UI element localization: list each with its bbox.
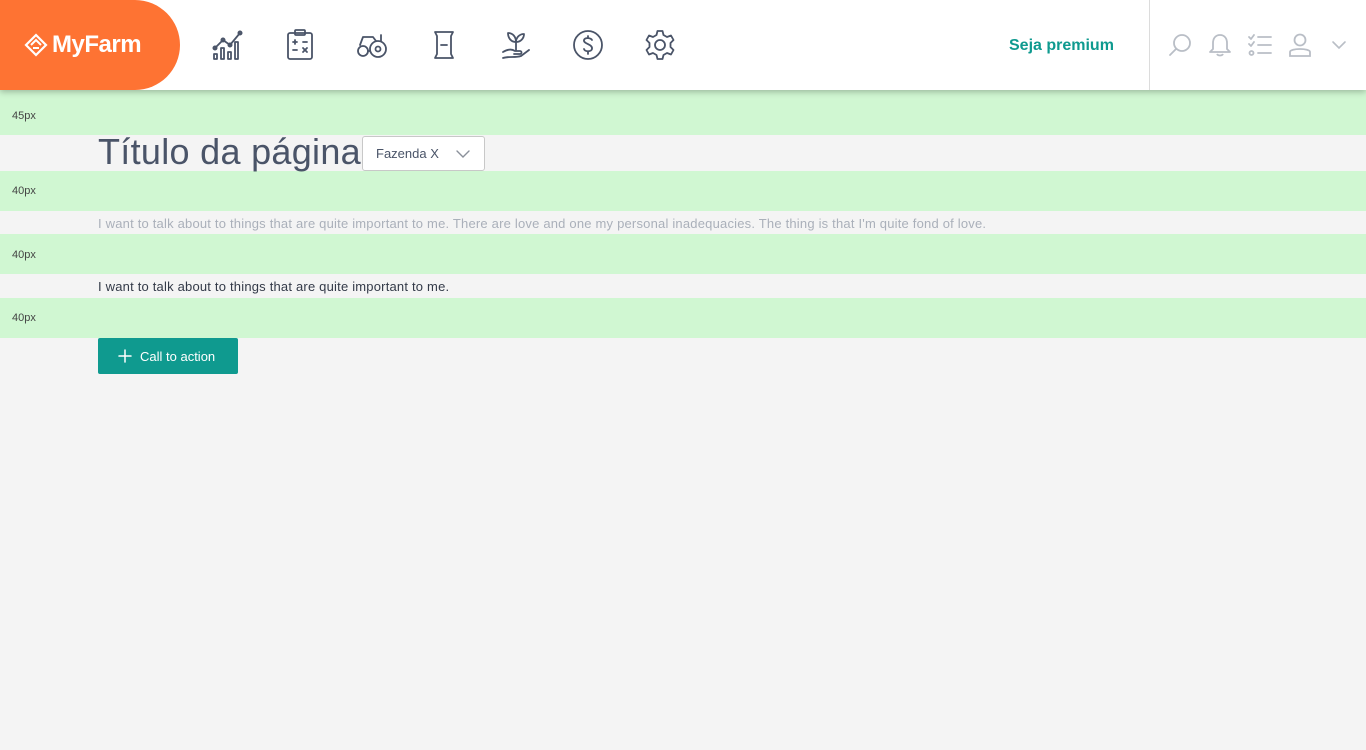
checklist-icon [1248,34,1272,56]
bell-icon [1209,34,1231,57]
user-menu-toggle[interactable] [1330,31,1348,59]
call-to-action-label: Call to action [140,348,216,364]
header-tools [1166,30,1360,60]
spacing-guide-40-c: 40px [0,298,1366,338]
premium-link[interactable]: Seja premium [1009,37,1114,55]
user-avatar-button[interactable] [1286,31,1314,59]
tasks-button[interactable] [1246,31,1274,59]
spacing-guide-label: 45px [12,110,36,122]
dollar-icon [573,30,603,60]
top-bar: MyFarm Seja premium [0,0,1366,90]
nav-item-settings[interactable] [642,27,678,63]
nav-item-financial[interactable] [570,27,606,63]
search-icon [1169,34,1191,56]
chart-icon [212,30,243,60]
main-nav [210,27,714,63]
page-title: Título da página [98,131,361,172]
chevron-down-icon [1332,41,1346,50]
chevron-down-icon [456,150,470,158]
calculator-clipboard-icon [287,29,313,60]
nav-item-machines[interactable] [354,27,390,63]
spacing-guide-label: 40px [12,312,36,324]
spacing-guide-40-b: 40px [0,234,1366,274]
plant-hand-icon [502,32,530,59]
farm-select[interactable]: Fazenda X [362,136,485,171]
spacing-guide-label: 40px [12,185,36,197]
search-button[interactable] [1166,31,1194,59]
scroll-icon [434,31,454,59]
nav-item-dashboard[interactable] [210,27,246,63]
header-divider [1149,0,1150,90]
logo[interactable]: MyFarm [0,0,180,90]
spacing-guide-40-a: 40px [0,171,1366,211]
muted-paragraph: I want to talk about to things that are … [98,216,987,231]
nav-item-finance-calc[interactable] [282,27,318,63]
spacing-guide-label: 40px [12,249,36,261]
call-to-action-button[interactable]: Call to action [98,338,238,374]
notifications-button[interactable] [1206,31,1234,59]
nav-item-reports[interactable] [426,27,462,63]
gear-icon [645,30,675,60]
nav-item-crops[interactable] [498,27,534,63]
tractor-icon [357,34,387,58]
plus-icon [118,349,132,363]
body-paragraph: I want to talk about to things that are … [98,279,450,294]
farm-select-value: Fazenda X [376,146,439,161]
logo-text: MyFarm [52,31,142,58]
user-icon [1289,33,1311,57]
logo-mark-icon [24,33,48,57]
spacing-guide-45: 45px [0,90,1366,135]
